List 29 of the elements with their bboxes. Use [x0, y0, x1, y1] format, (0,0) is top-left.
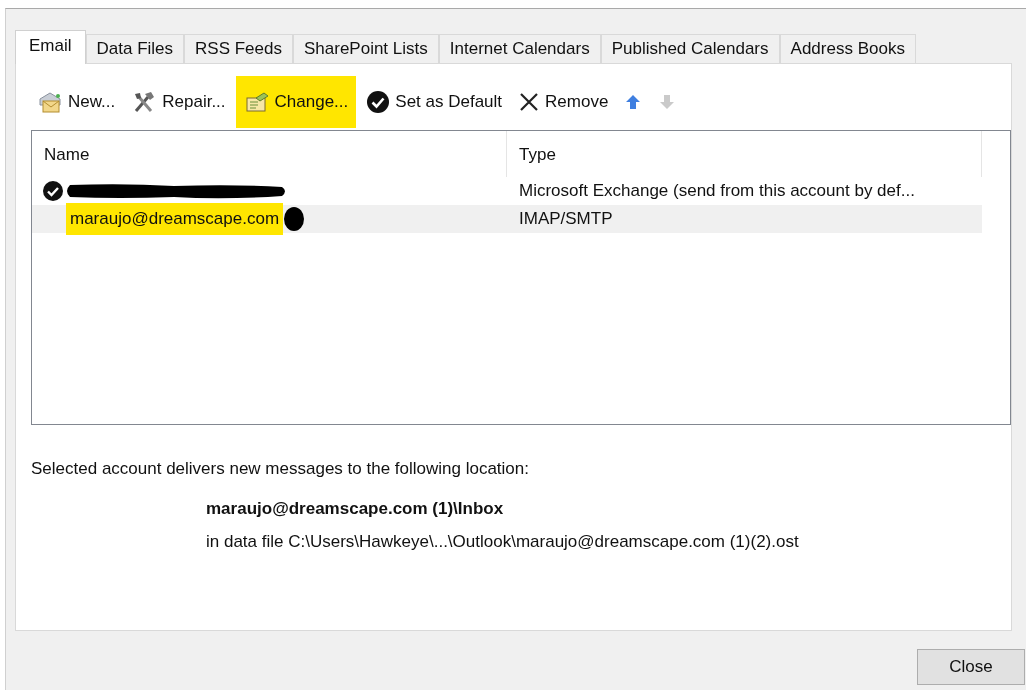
tab[interactable]: RSS Feeds: [184, 34, 293, 63]
close-button[interactable]: Close: [917, 649, 1025, 685]
table-cell-text: Microsoft Exchange (send from this account by def...: [518, 181, 916, 201]
toolbar-button[interactable]: Change...: [235, 76, 357, 128]
data-file-path: in data file C:\Users\Hawkeye\...\Outlook\maraujo@dreamscape.com (1)(2).ost: [206, 532, 800, 552]
account-name: maraujo@dreamscape.com: [69, 208, 281, 230]
tab[interactable]: Email: [15, 30, 86, 64]
toolbar-button[interactable]: New...: [31, 82, 122, 122]
account-row[interactable]: Microsoft Exchange (send from this account by def...: [32, 177, 982, 205]
delivery-folder: maraujo@dreamscape.com (1)\Inbox: [206, 499, 505, 519]
column-header[interactable]: Name: [32, 131, 507, 177]
check-circle-icon: [366, 90, 391, 114]
toolbar-button[interactable]: Set as Default: [360, 82, 509, 122]
delivery-description: Selected account delivers new messages to the following location:: [31, 459, 530, 479]
card-icon: [243, 90, 270, 114]
toolbar-button[interactable]: Repair...: [125, 82, 232, 122]
tab[interactable]: Published Calendars: [600, 34, 780, 63]
column-header[interactable]: Type: [507, 131, 982, 177]
tab[interactable]: Internet Calendars: [438, 34, 601, 63]
up-arrow-icon: [624, 93, 643, 111]
tab[interactable]: Data Files: [85, 34, 185, 63]
close-icon: [518, 91, 541, 113]
tab[interactable]: Address Books: [779, 34, 916, 63]
toolbar-button[interactable]: Remove: [512, 83, 615, 121]
table-cell-text: IMAP/SMTP: [518, 209, 614, 229]
tab[interactable]: SharePoint Lists: [293, 34, 439, 63]
down-arrow-icon: [658, 93, 677, 111]
account-row[interactable]: maraujo@dreamscape.com IMAP/SMTP: [32, 205, 982, 233]
envelope-icon: [37, 90, 63, 114]
